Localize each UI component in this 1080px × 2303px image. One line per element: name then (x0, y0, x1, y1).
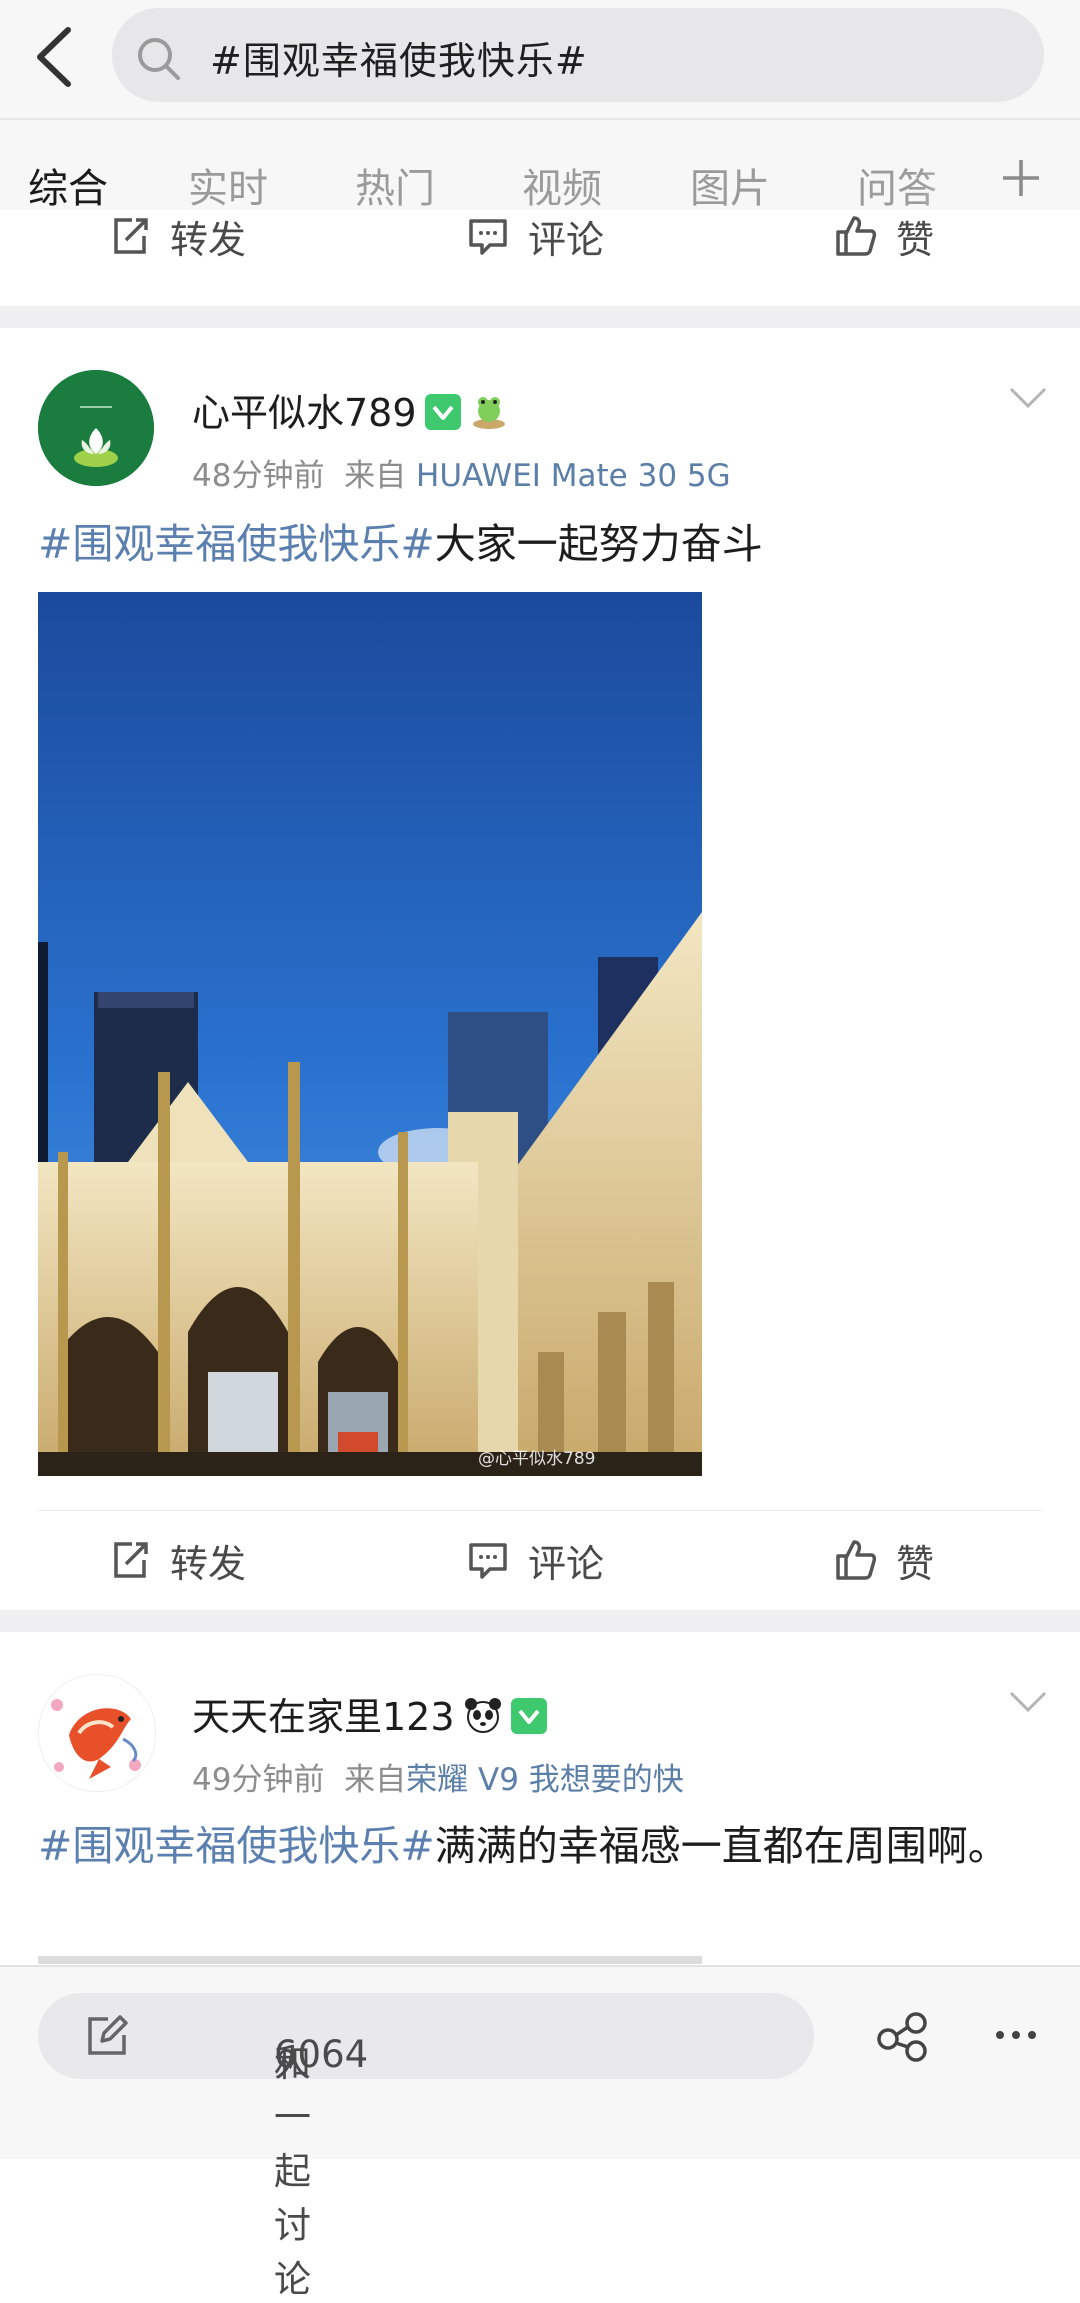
from-label: 来自 (344, 458, 407, 494)
post-time: 48分钟前 (192, 458, 325, 494)
post-image[interactable]: @心平似水789 (38, 592, 702, 1476)
comment-icon (469, 219, 507, 255)
lotus-avatar-icon (38, 370, 154, 486)
like-label: 赞 (896, 217, 935, 262)
thumbs-up-icon (836, 1540, 877, 1580)
post-source[interactable]: HUAWEI Mate 30 5G (416, 458, 731, 494)
repost-label: 转发 (170, 217, 247, 262)
image-watermark: @心平似水789 (478, 1449, 595, 1469)
post-separator (0, 1610, 1080, 1632)
username-text: 天天在家里123 (192, 1695, 455, 1739)
verified-badge-icon (424, 394, 461, 430)
chevron-down-icon[interactable] (1008, 1690, 1048, 1714)
share-icon[interactable] (876, 2011, 930, 2063)
search-icon (138, 38, 180, 80)
back-button[interactable] (26, 22, 82, 92)
post-body: 满满的幸福感一直都在周围啊。 (434, 1822, 1009, 1870)
post-meta: 49分钟前 来自荣耀 V9 我想要的快 (192, 1754, 684, 1799)
post-text: #围观幸福使我快乐#满满的幸福感一直都在周围啊。 (38, 1814, 1038, 1878)
koi-fish-avatar-icon (39, 1675, 155, 1791)
tab-comprehensive[interactable]: 综合 (28, 156, 108, 214)
tab-pictures[interactable]: 图片 (690, 156, 770, 214)
repost-icon (114, 218, 148, 254)
post-separator (0, 306, 1080, 328)
like-button[interactable]: 赞 (834, 188, 934, 284)
username-text: 心平似水789 (192, 391, 417, 435)
panda-badge-icon (464, 1698, 501, 1733)
like-button[interactable]: 赞 (834, 1512, 934, 1608)
chevron-down-icon[interactable] (1008, 386, 1048, 410)
chevron-left-icon (37, 27, 71, 87)
divider (38, 1510, 1042, 1511)
top-bar: #围观幸福使我快乐# (0, 0, 1080, 120)
post-image-edge (38, 1956, 702, 1964)
post-meta: 48分钟前 来自 HUAWEI Mate 30 5G (192, 450, 731, 495)
comment-button[interactable]: 评论 (466, 188, 604, 284)
comment-label: 评论 (528, 1541, 605, 1586)
more-icon[interactable] (992, 2015, 1040, 2055)
post-source[interactable]: 荣耀 V9 我想要的快 (406, 1762, 684, 1798)
discuss-suffix: 人一起讨论 (274, 2042, 311, 2301)
plus-icon[interactable] (999, 156, 1043, 200)
discuss-text: 和 6064 人一起讨论 (156, 2013, 368, 2301)
bottom-bar: 和 6064 人一起讨论 (0, 1965, 1080, 2301)
repost-button[interactable]: 转发 (108, 188, 246, 284)
like-label: 赞 (896, 1541, 935, 1586)
verified-badge-icon (510, 1698, 547, 1734)
edit-icon (88, 2015, 128, 2055)
action-row-prev: 转发 评论 赞 (0, 210, 1080, 302)
avatar[interactable] (38, 1674, 156, 1792)
post-time: 49分钟前 (192, 1762, 325, 1798)
from-label: 来自 (344, 1762, 407, 1798)
avatar[interactable] (38, 370, 154, 486)
topic-link[interactable]: #围观幸福使我快乐# (38, 520, 435, 568)
comment-label: 评论 (528, 217, 605, 262)
topic-link[interactable]: #围观幸福使我快乐# (38, 1822, 435, 1870)
search-query: #围观幸福使我快乐# (210, 39, 588, 83)
search-input[interactable]: #围观幸福使我快乐# (112, 8, 1044, 102)
comment-button[interactable]: 评论 (466, 1512, 604, 1608)
repost-icon (114, 1542, 148, 1578)
username[interactable]: 天天在家里123 (192, 1686, 547, 1741)
post-text: #围观幸福使我快乐#大家一起努力奋斗 (38, 512, 763, 576)
repost-button[interactable]: 转发 (108, 1512, 246, 1608)
tab-hot[interactable]: 热门 (355, 156, 435, 214)
username[interactable]: 心平似水789 (192, 382, 509, 437)
thumbs-up-icon (836, 216, 877, 256)
repost-label: 转发 (170, 1541, 247, 1586)
comment-icon (469, 1543, 507, 1579)
city-arch-photo: @心平似水789 (38, 592, 702, 1476)
action-row: 转发 评论 赞 (0, 1512, 1080, 1608)
post-body: 大家一起努力奋斗 (434, 520, 763, 568)
frog-badge-icon (472, 397, 505, 429)
discuss-input[interactable]: 和 6064 人一起讨论 (38, 1993, 814, 2301)
